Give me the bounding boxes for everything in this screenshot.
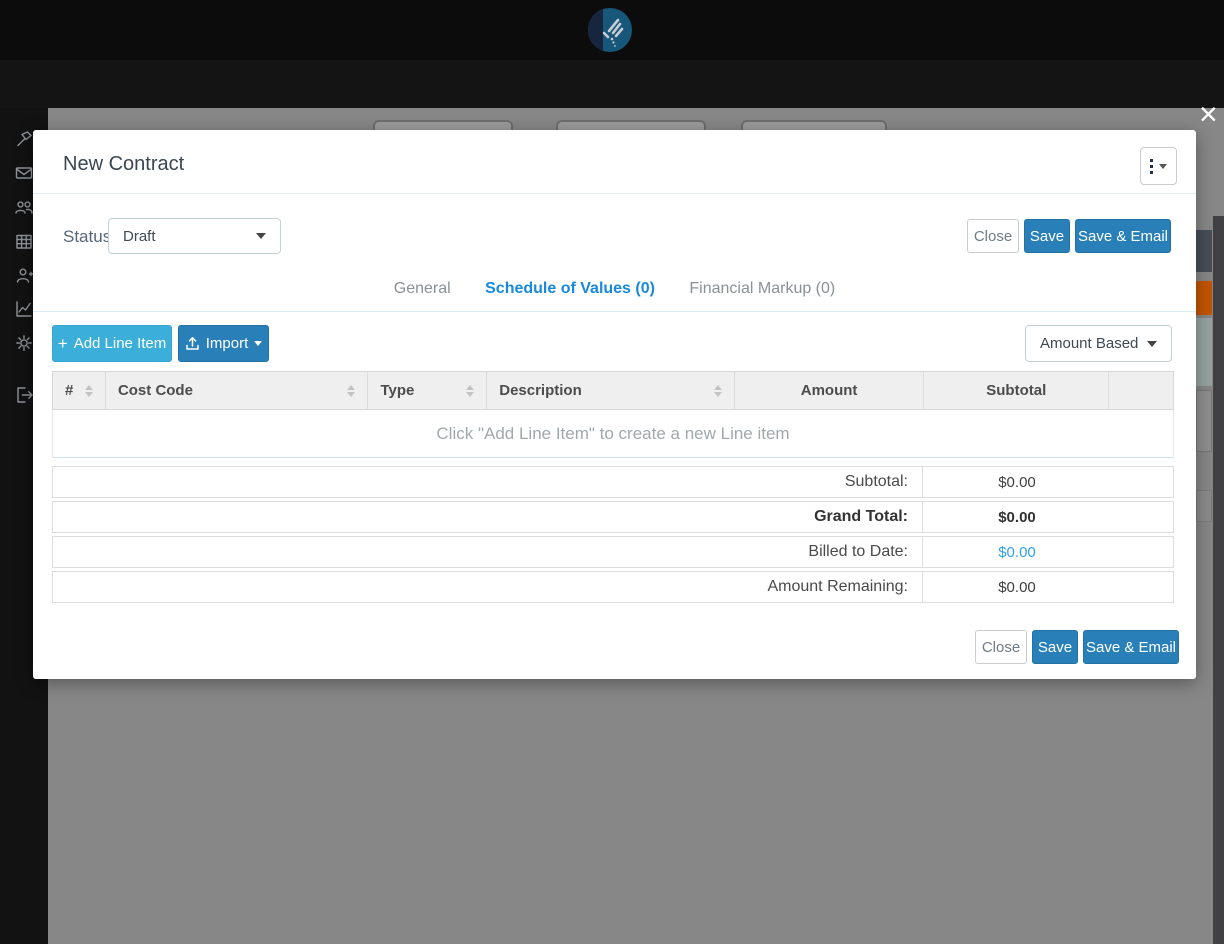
chevron-down-icon bbox=[1147, 340, 1157, 347]
summary-label: Amount Remaining: bbox=[53, 572, 923, 602]
close-icon[interactable]: × bbox=[1199, 98, 1218, 130]
nav-bar: ☆ Online 4 Plex Build Co... Contracts bbox=[0, 60, 1224, 168]
summary-row-billed-to-date: Billed to Date: $0.00 bbox=[52, 536, 1174, 568]
mail-icon[interactable] bbox=[14, 163, 34, 183]
dimmed-element bbox=[1196, 490, 1212, 522]
summary-spacer bbox=[1111, 572, 1173, 602]
column-header-subtotal: Subtotal bbox=[924, 372, 1110, 409]
save-button[interactable]: Save bbox=[1024, 219, 1070, 253]
column-header-number[interactable]: # bbox=[53, 372, 106, 409]
chevron-down-icon bbox=[1159, 163, 1167, 169]
save-button[interactable]: Save bbox=[1032, 630, 1078, 664]
logout-icon[interactable] bbox=[14, 385, 34, 405]
status-select[interactable]: Draft bbox=[108, 218, 281, 254]
column-header-description[interactable]: Description bbox=[487, 372, 735, 409]
dimmed-element bbox=[1196, 230, 1212, 272]
tabs-divider bbox=[33, 311, 1196, 312]
summary-row-grand-total: Grand Total: $0.00 bbox=[52, 501, 1174, 533]
header-label: Subtotal bbox=[986, 382, 1047, 399]
tools-icon[interactable] bbox=[14, 129, 34, 149]
chevron-down-icon bbox=[256, 233, 266, 239]
summary-spacer bbox=[1111, 467, 1173, 497]
save-email-button[interactable]: Save & Email bbox=[1083, 630, 1179, 664]
summary-label: Subtotal: bbox=[53, 467, 923, 497]
new-contract-modal: New Contract Status: Draft Close Save Sa… bbox=[33, 130, 1196, 679]
reports-icon[interactable] bbox=[14, 299, 34, 319]
contacts-icon[interactable] bbox=[14, 265, 34, 285]
empty-state-row: Click "Add Line Item" to create a new Li… bbox=[52, 410, 1174, 458]
kebab-icon bbox=[1150, 158, 1153, 174]
amount-based-value: Amount Based bbox=[1040, 335, 1139, 352]
team-icon[interactable] bbox=[14, 197, 34, 217]
sort-icon bbox=[84, 384, 93, 397]
more-options-button[interactable] bbox=[1140, 147, 1177, 185]
column-header-amount: Amount bbox=[735, 372, 925, 409]
header-divider bbox=[33, 193, 1196, 194]
column-header-type[interactable]: Type bbox=[368, 372, 488, 409]
summary-row-amount-remaining: Amount Remaining: $0.00 bbox=[52, 571, 1174, 603]
add-line-item-button[interactable]: + Add Line Item bbox=[52, 325, 172, 362]
line-items-table: # Cost Code Type Description Amount Subt… bbox=[52, 371, 1174, 458]
save-email-button[interactable]: Save & Email bbox=[1075, 219, 1171, 253]
schedule-icon[interactable] bbox=[14, 231, 34, 251]
summary-value: $0.00 bbox=[998, 578, 1036, 596]
billed-to-date-link[interactable]: $0.00 bbox=[923, 537, 1111, 567]
summary-label: Billed to Date: bbox=[53, 537, 923, 567]
sort-icon bbox=[713, 384, 722, 397]
tab-schedule-of-values[interactable]: Schedule of Values (0) bbox=[485, 280, 655, 298]
sort-icon bbox=[347, 384, 356, 397]
summary-label: Grand Total: bbox=[53, 502, 923, 532]
status-value: Draft bbox=[123, 227, 156, 245]
amount-based-select[interactable]: Amount Based bbox=[1025, 325, 1172, 362]
scrollbar-track[interactable] bbox=[1213, 216, 1224, 944]
dimmed-element bbox=[1196, 390, 1212, 452]
header-label: Amount bbox=[800, 382, 858, 399]
summary-spacer bbox=[1111, 502, 1173, 532]
header-label: Cost Code bbox=[117, 382, 193, 399]
sort-icon bbox=[466, 384, 475, 397]
close-button[interactable]: Close bbox=[975, 630, 1027, 664]
summary-spacer bbox=[1111, 537, 1173, 567]
knowify-logo-icon bbox=[588, 8, 632, 52]
table-header-row: # Cost Code Type Description Amount Subt… bbox=[52, 371, 1174, 410]
upload-icon bbox=[185, 337, 199, 350]
summary-value: $0.00 bbox=[998, 473, 1036, 491]
top-bar bbox=[0, 0, 1224, 60]
header-label: Type bbox=[380, 382, 415, 399]
modal-title: New Contract bbox=[63, 153, 185, 175]
plus-icon: + bbox=[57, 333, 68, 353]
add-line-item-label: Add Line Item bbox=[73, 335, 167, 352]
settings-icon[interactable] bbox=[14, 333, 34, 353]
import-label: Import bbox=[205, 335, 249, 352]
column-header-actions bbox=[1109, 372, 1173, 409]
tab-bar: General Schedule of Values (0) Financial… bbox=[33, 280, 1196, 298]
tab-general[interactable]: General bbox=[394, 280, 451, 298]
chevron-down-icon bbox=[254, 341, 263, 346]
column-header-cost-code[interactable]: Cost Code bbox=[106, 372, 369, 409]
import-button[interactable]: Import bbox=[178, 325, 269, 362]
header-label: # bbox=[65, 382, 74, 399]
header-label: Description bbox=[499, 382, 582, 399]
dimmed-element bbox=[1196, 281, 1212, 315]
summary-row-subtotal: Subtotal: $0.00 bbox=[52, 466, 1174, 498]
close-button[interactable]: Close bbox=[967, 219, 1019, 253]
tab-financial-markup[interactable]: Financial Markup (0) bbox=[689, 280, 835, 298]
summary-value: $0.00 bbox=[998, 508, 1036, 526]
empty-state-message: Click "Add Line Item" to create a new Li… bbox=[436, 423, 790, 443]
dimmed-element bbox=[1196, 318, 1212, 386]
